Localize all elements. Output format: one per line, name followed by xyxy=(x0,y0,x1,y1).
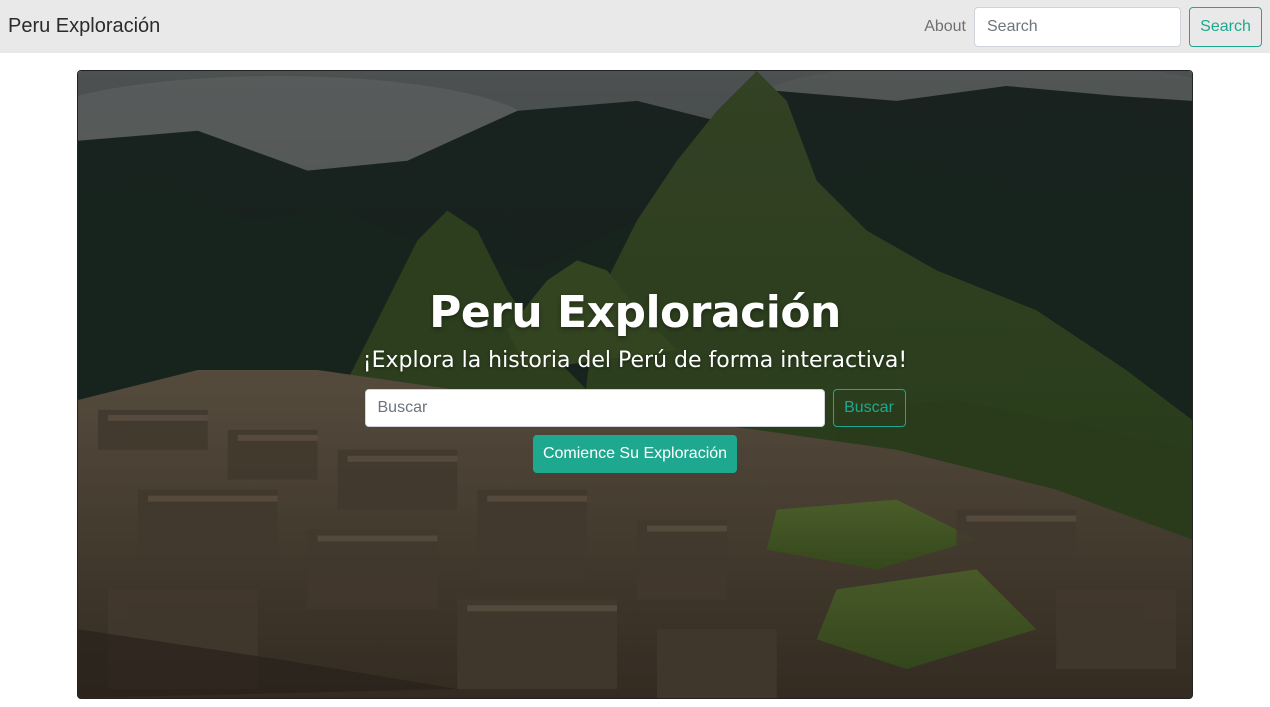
hero-search-input[interactable] xyxy=(364,389,825,427)
navbar-search-button[interactable]: Search xyxy=(1189,6,1262,47)
about-link[interactable]: About xyxy=(924,18,966,36)
top-navbar: Peru Exploración About Search xyxy=(0,0,1270,53)
hero-search-button[interactable]: Buscar xyxy=(832,389,906,427)
navbar-search-input[interactable] xyxy=(974,6,1181,47)
start-exploration-button[interactable]: Comience Su Exploración xyxy=(533,435,737,473)
hero-title: Peru Exploración xyxy=(429,287,841,338)
hero-subtitle: ¡Explora la historia del Perú de forma i… xyxy=(362,348,908,373)
hero-search-form: Buscar xyxy=(364,389,906,427)
hero-content: Peru Exploración ¡Explora la historia de… xyxy=(78,287,1192,473)
brand-link[interactable]: Peru Exploración xyxy=(8,15,160,38)
navbar-right-group: About Search xyxy=(924,6,1262,47)
hero-card: Peru Exploración ¡Explora la historia de… xyxy=(77,70,1193,699)
